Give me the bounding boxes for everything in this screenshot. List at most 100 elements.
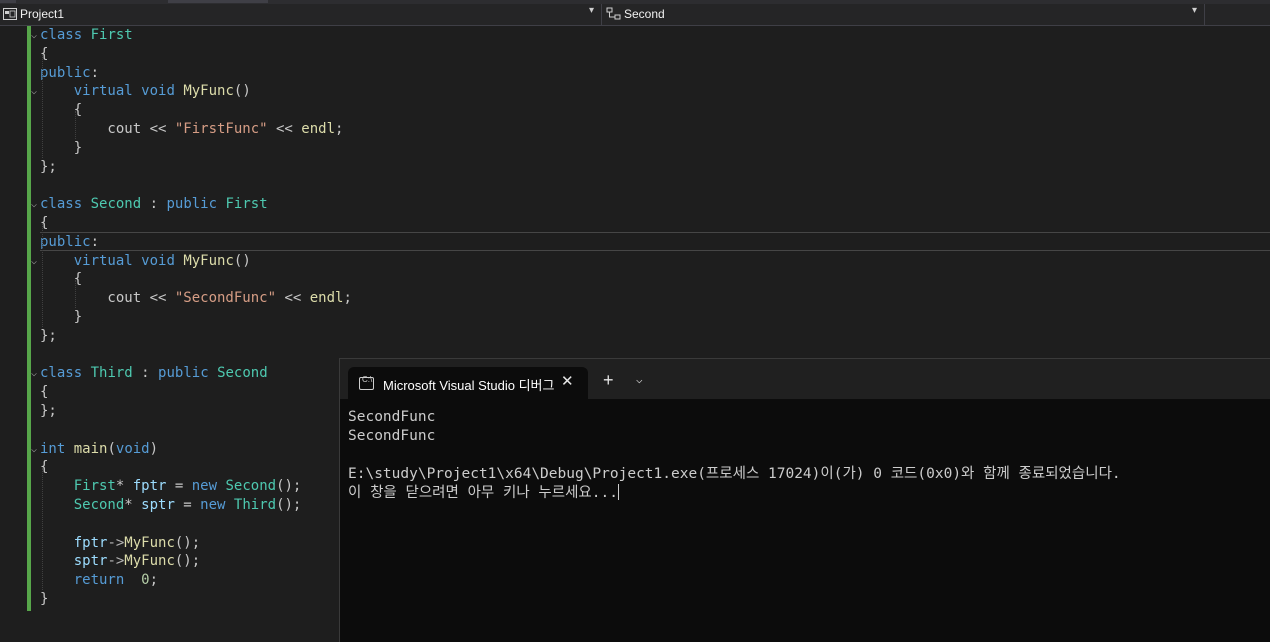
code-token: ()	[233, 252, 251, 269]
code-token: MyFunc	[124, 534, 175, 551]
code-line[interactable]: class Second : public First	[40, 195, 268, 214]
scope-name: Second	[624, 7, 665, 21]
code-line[interactable]: };	[40, 402, 57, 421]
console-app-icon: C:\	[359, 375, 374, 390]
code-token: ();	[276, 497, 302, 513]
code-token: cout <<	[40, 121, 175, 137]
close-icon[interactable]: ✕	[561, 372, 574, 390]
code-line[interactable]: }	[40, 308, 82, 327]
code-token: virtual	[73, 252, 133, 269]
code-token: class	[40, 27, 83, 43]
code-line[interactable]: int main(void)	[40, 440, 158, 459]
code-line[interactable]: fptr->MyFunc();	[40, 534, 200, 553]
code-line[interactable]: };	[40, 327, 57, 346]
code-token: =	[166, 478, 192, 495]
code-token: ();	[174, 553, 201, 570]
code-line[interactable]: virtual void MyFunc()	[40, 252, 251, 271]
fold-chevron-icon[interactable]: ⌵	[31, 252, 39, 271]
chevron-down-icon[interactable]: ⌵	[636, 373, 643, 386]
dropdown-caret-icon: ▾	[589, 5, 595, 16]
code-token: Third	[233, 497, 277, 513]
console-line: 이 창을 닫으려면 아무 키나 누르세요...	[348, 484, 1121, 503]
indent-guide	[42, 54, 43, 158]
plus-icon[interactable]: +	[603, 371, 614, 389]
code-token: MyFunc	[183, 83, 234, 100]
console-line-text: SecondFunc	[348, 409, 436, 425]
code-token: int	[40, 440, 66, 457]
code-token: virtual	[73, 83, 133, 100]
console-output: SecondFunc SecondFunc E:\study\Project1\x6…	[348, 408, 1121, 503]
code-line[interactable]: class First	[40, 26, 133, 45]
current-line-highlight	[40, 232, 1270, 251]
indent-guide	[42, 224, 43, 327]
code-line[interactable]: class Third : public Second	[40, 364, 268, 383]
code-line[interactable]: First* fptr = new Second();	[40, 477, 302, 496]
code-line[interactable]: Second* sptr = new Third();	[40, 496, 302, 515]
dropdown-caret-icon: ▾	[1192, 5, 1198, 16]
fold-chevron-icon[interactable]: ⌵	[31, 195, 39, 214]
code-line[interactable]: virtual void MyFunc()	[40, 82, 251, 101]
code-line[interactable]: public:	[40, 64, 99, 83]
code-token: cout <<	[40, 290, 175, 307]
navigation-bar: Project1 ▾ Second ▾	[0, 4, 1270, 26]
member-dropdown[interactable]	[1204, 4, 1270, 25]
scope-dropdown[interactable]: Second ▾	[601, 4, 1205, 25]
code-token: public	[166, 196, 218, 213]
code-line[interactable]: };	[40, 158, 57, 177]
code-token: public	[158, 365, 209, 382]
code-line[interactable]: sptr->MyFunc();	[40, 552, 200, 571]
console-tab-bar: C:\ Microsoft Visual Studio 디버그 ✕ + ⌵	[340, 359, 1270, 399]
code-token: First	[90, 27, 133, 43]
fold-chevron-icon[interactable]: ⌵	[31, 26, 39, 45]
code-token: :	[90, 233, 100, 250]
code-token: return	[73, 572, 125, 589]
code-token: "SecondFunc"	[174, 290, 277, 307]
code-token: )	[149, 440, 159, 457]
indent-guide	[75, 111, 76, 139]
code-token: new	[191, 478, 218, 495]
console-tab[interactable]: C:\ Microsoft Visual Studio 디버그 ✕	[348, 367, 588, 399]
code-token: *	[115, 478, 133, 495]
code-line[interactable]: }	[40, 139, 82, 158]
code-token: class	[40, 196, 83, 213]
code-token: <<	[267, 121, 302, 137]
code-line[interactable]: }	[40, 590, 48, 609]
code-line[interactable]: cout << "SecondFunc" << endl;	[40, 289, 352, 308]
code-token: "FirstFunc"	[174, 121, 268, 137]
code-token: fptr	[73, 534, 108, 551]
code-line[interactable]: public:	[40, 233, 99, 252]
code-token: }	[40, 309, 83, 325]
code-token: };	[40, 158, 57, 175]
code-token: ->	[107, 534, 125, 551]
code-line[interactable]: {	[40, 383, 48, 402]
code-token: sptr	[73, 553, 108, 570]
code-token: Second	[90, 196, 142, 213]
code-token: ;	[343, 290, 352, 307]
code-token: 0	[141, 572, 150, 589]
fold-chevron-icon[interactable]: ⌵	[31, 82, 39, 101]
fold-chevron-icon[interactable]: ⌵	[31, 364, 39, 383]
project-dropdown[interactable]: Project1 ▾	[0, 4, 600, 25]
console-window[interactable]: C:\ Microsoft Visual Studio 디버그 ✕ + ⌵ Se…	[339, 358, 1270, 642]
indent-guide	[42, 468, 43, 590]
code-line[interactable]: cout << "FirstFunc" << endl;	[40, 120, 343, 139]
code-token: :	[132, 365, 159, 382]
doc-tab[interactable]	[0, 0, 16, 3]
doc-tab[interactable]	[168, 0, 268, 3]
fold-chevron-icon[interactable]: ⌵	[31, 440, 39, 459]
code-line[interactable]: return 0;	[40, 571, 158, 590]
code-token: First	[225, 196, 268, 213]
